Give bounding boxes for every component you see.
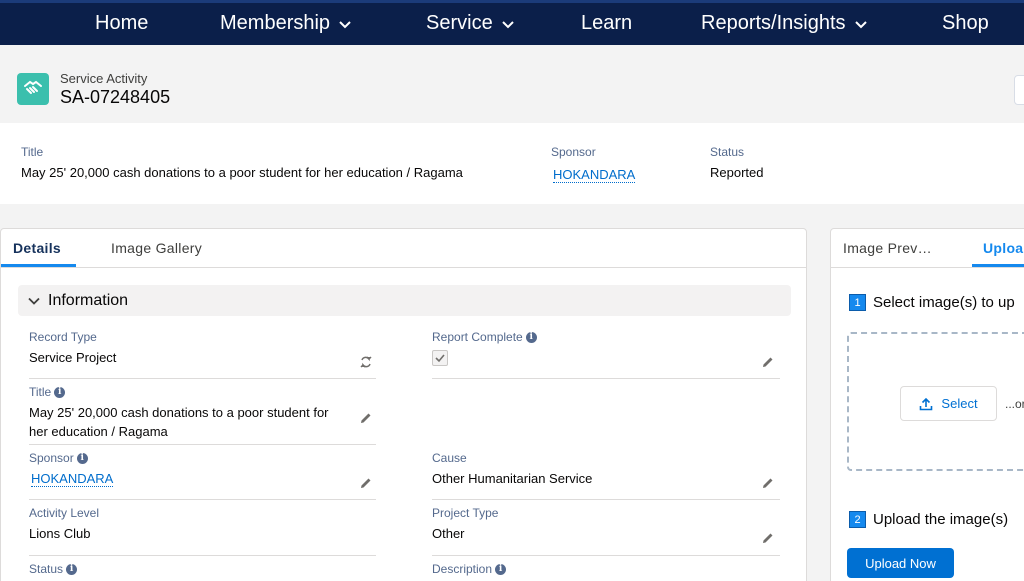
cause-value: Other Humanitarian Service xyxy=(432,471,593,486)
edit-pencil-icon[interactable] xyxy=(359,476,373,490)
highlight-sponsor-label: Sponsor xyxy=(551,145,596,159)
tab-upload[interactable]: Uploa xyxy=(983,240,1023,256)
section-title: Information xyxy=(48,291,129,309)
field-divider xyxy=(432,378,780,379)
field-divider xyxy=(29,555,376,556)
nav-shop[interactable]: Shop xyxy=(942,12,989,35)
nav-reports-label: Reports/Insights xyxy=(701,12,846,34)
upload-icon xyxy=(920,397,933,410)
activity-level-value: Lions Club xyxy=(29,526,91,541)
change-record-type-icon[interactable] xyxy=(359,355,373,369)
details-card: Details Image Gallery Information Record… xyxy=(0,228,807,581)
section-information-toggle[interactable]: Information xyxy=(18,285,791,316)
sponsor-value: HOKANDARA xyxy=(31,471,114,487)
nav-home[interactable]: Home xyxy=(95,12,148,35)
header-action-button[interactable] xyxy=(1014,75,1024,105)
report-complete-label: Report Complete i xyxy=(432,330,537,344)
edit-pencil-icon[interactable] xyxy=(761,531,775,545)
active-tab-indicator xyxy=(972,264,1024,267)
info-icon[interactable]: i xyxy=(54,386,66,398)
activity-level-label: Activity Level xyxy=(29,506,100,520)
highlight-sponsor-link[interactable]: HOKANDARA xyxy=(553,167,636,183)
select-button[interactable]: Select xyxy=(900,386,997,421)
record-name: SA-07248405 xyxy=(60,87,171,107)
cause-label: Cause xyxy=(432,451,467,465)
upload-now-button[interactable]: Upload Now xyxy=(847,548,954,578)
record-header: Service Activity SA-07248405 xyxy=(0,45,1024,123)
info-icon[interactable]: i xyxy=(525,331,537,343)
field-divider xyxy=(29,444,376,445)
chevron-down-icon xyxy=(854,20,867,28)
nav-learn-label: Learn xyxy=(581,12,633,34)
chevron-down-icon xyxy=(501,20,514,28)
tab-image-gallery[interactable]: Image Gallery xyxy=(111,240,202,256)
info-icon[interactable]: i xyxy=(76,452,88,464)
step-2: 2 Upload the image(s) xyxy=(849,511,1008,528)
sponsor-label: Sponsor i xyxy=(29,451,88,465)
record-type-value: Service Project xyxy=(29,350,117,365)
top-navigation: Home Membership Service Learn Reports/In… xyxy=(0,0,1024,45)
edit-pencil-icon[interactable] xyxy=(359,411,373,425)
file-dropzone[interactable]: Select ...or xyxy=(847,332,1024,471)
highlight-status-label: Status xyxy=(710,145,745,159)
nav-service-label: Service xyxy=(426,12,493,34)
chevron-down-icon xyxy=(339,20,351,28)
step-2-number: 2 xyxy=(849,511,866,528)
field-divider xyxy=(29,378,376,379)
record-type-label: Record Type xyxy=(29,330,97,344)
image-tabs: Image Prev… Uploa xyxy=(831,229,1024,268)
title-value: May 25' 20,000 cash donations to a poor … xyxy=(29,405,329,439)
field-divider xyxy=(432,499,780,500)
title-label: Title i xyxy=(29,385,66,399)
nav-learn[interactable]: Learn xyxy=(581,12,632,35)
highlight-status-value: Reported xyxy=(710,165,764,180)
nav-service[interactable]: Service xyxy=(426,12,515,35)
nav-membership[interactable]: Membership xyxy=(220,12,352,35)
active-tab-indicator xyxy=(1,264,76,267)
checkmark-icon xyxy=(435,354,445,363)
info-icon[interactable]: i xyxy=(495,563,507,575)
step-1-number: 1 xyxy=(849,294,866,311)
nav-membership-label: Membership xyxy=(220,12,331,34)
step-1: 1 Select image(s) to up xyxy=(849,294,1015,311)
highlights-panel: Title May 25' 20,000 cash donations to a… xyxy=(0,123,1024,204)
field-divider xyxy=(432,555,780,556)
or-drop-text: ...or xyxy=(1005,397,1024,411)
record-type-label: Service Activity xyxy=(60,71,148,86)
image-upload-card: Image Prev… Uploa 1 Select image(s) to u… xyxy=(830,228,1024,581)
project-type-label: Project Type xyxy=(432,506,499,520)
info-icon[interactable]: i xyxy=(66,563,78,575)
step-2-text: Upload the image(s) xyxy=(873,511,1009,528)
step-1-text: Select image(s) to up xyxy=(873,294,1015,311)
select-button-label: Select xyxy=(941,396,978,411)
record-tabs: Details Image Gallery xyxy=(1,229,806,268)
status-label: Status i xyxy=(29,562,78,576)
nav-shop-label: Shop xyxy=(942,12,989,34)
nav-reports-insights[interactable]: Reports/Insights xyxy=(701,12,868,35)
sponsor-link[interactable]: HOKANDARA xyxy=(31,469,114,488)
tab-details[interactable]: Details xyxy=(13,240,61,256)
project-type-value: Other xyxy=(432,526,465,541)
field-divider xyxy=(29,499,376,500)
highlight-title-label: Title xyxy=(21,145,44,159)
description-label: Description i xyxy=(432,562,507,576)
highlight-sponsor-value: HOKANDARA xyxy=(553,167,636,183)
handshake-icon xyxy=(17,73,49,105)
highlight-title-value: May 25' 20,000 cash donations to a poor … xyxy=(21,165,463,180)
report-complete-checkbox xyxy=(432,350,448,366)
tab-image-preview[interactable]: Image Prev… xyxy=(843,240,932,256)
edit-pencil-icon[interactable] xyxy=(761,355,775,369)
nav-home-label: Home xyxy=(95,12,149,34)
edit-pencil-icon[interactable] xyxy=(761,476,775,490)
chevron-down-icon xyxy=(28,297,40,305)
